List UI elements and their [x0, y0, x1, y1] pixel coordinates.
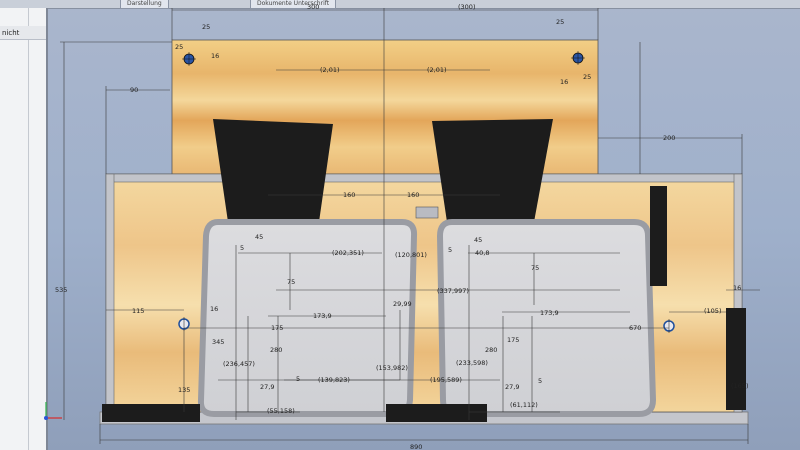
- dim-16-right: 16: [560, 78, 568, 86]
- dim-345: 345: [212, 338, 224, 346]
- dim-175-b: 175: [507, 336, 519, 344]
- dim-45-a: 45: [255, 233, 263, 241]
- dim-27-9-a: 27,9: [260, 383, 274, 391]
- dim-105: (105): [704, 307, 721, 315]
- dim-25-right-h: 25: [583, 73, 591, 81]
- dim-233: (233,598): [456, 359, 488, 367]
- dim-5-d: 5: [538, 377, 542, 385]
- dim-75-b: 75: [531, 264, 539, 272]
- drawing-canvas[interactable]: 300 (300) 25 25 25 16 16 25 (2,01) (2,01…: [0, 0, 800, 450]
- dim-139: (139,823): [318, 376, 350, 384]
- dim-200: 200: [663, 134, 675, 142]
- dim-280-b: 280: [485, 346, 497, 354]
- dim-5-b: 5: [448, 246, 452, 254]
- dim-160-b: 160: [407, 191, 419, 199]
- dim-300-ref: (300): [458, 3, 475, 11]
- hopper-left[interactable]: [213, 119, 333, 222]
- dim-61: (61,112): [510, 401, 538, 409]
- dim-27-9-b: 27,9: [505, 383, 519, 391]
- dim-25-right: 25: [556, 18, 564, 26]
- dim-25-left-h: 25: [175, 43, 183, 51]
- small-slot[interactable]: [415, 206, 439, 219]
- dim-236: (236,457): [223, 360, 255, 368]
- dim-202: (202,351): [332, 249, 364, 257]
- dim-5-a: 5: [240, 244, 244, 252]
- dim-175-a: 175: [271, 324, 283, 332]
- tray-right[interactable]: [436, 219, 657, 417]
- dim-337: (337,997): [437, 287, 469, 295]
- dim-173-9-a: 173,9: [313, 312, 332, 320]
- dim-45-b: 45: [474, 236, 482, 244]
- dim-535: 535: [55, 286, 67, 294]
- dim-135: 135: [178, 386, 190, 394]
- dim-16-left: 16: [211, 52, 219, 60]
- dim-40-8: 40,8: [475, 249, 489, 257]
- dim-29-99: 29,99: [393, 300, 412, 308]
- hopper-right[interactable]: [432, 119, 553, 222]
- dim-173-9-b: 173,9: [540, 309, 559, 317]
- dim-280-a: 280: [270, 346, 282, 354]
- bottom-center-block[interactable]: [386, 404, 487, 422]
- dim-2-01-b: (2,01): [427, 66, 447, 74]
- lower-panel-left-rail[interactable]: [105, 173, 115, 413]
- bottom-left-block[interactable]: [102, 404, 200, 422]
- dim-120: (120,801): [395, 251, 427, 259]
- dim-75-a: 75: [287, 278, 295, 286]
- dim-115: 115: [132, 307, 144, 315]
- dim-165: (165): [731, 382, 748, 390]
- dim-153: (153,982): [376, 364, 408, 372]
- dim-16-d: 16: [210, 305, 218, 313]
- right-vertical-bar[interactable]: [650, 186, 667, 286]
- dim-670: 670: [629, 324, 641, 332]
- right-edge-bar[interactable]: [726, 308, 746, 410]
- dim-55: (55,158): [267, 407, 295, 415]
- dim-90: 90: [130, 86, 138, 94]
- dim-2-01-a: (2,01): [320, 66, 340, 74]
- dim-300: 300: [307, 3, 319, 11]
- dim-16-c: 16: [733, 284, 741, 292]
- dim-25-left: 25: [202, 23, 210, 31]
- dim-890: 890: [410, 443, 422, 450]
- cad-screen: Darstellung Dokumente Unterschrift nicht: [0, 0, 800, 450]
- axis-triad-icon: [44, 402, 62, 420]
- dim-5-c: 5: [296, 375, 300, 383]
- dim-160-a: 160: [343, 191, 355, 199]
- dim-195: (195,589): [430, 376, 462, 384]
- lower-panel-top-rail[interactable]: [105, 173, 743, 183]
- tray-left[interactable]: [197, 219, 418, 417]
